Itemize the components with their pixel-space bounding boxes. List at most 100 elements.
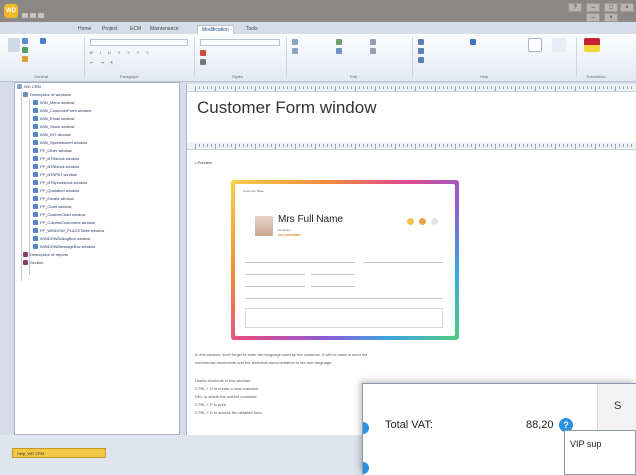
options-button[interactable] [40, 38, 48, 45]
tree-item[interactable]: PF_CustomChart window [33, 212, 85, 220]
tree-item[interactable]: PF_BTNPAT window [33, 172, 77, 180]
tree-item[interactable]: WIN_Menu window [33, 100, 74, 108]
tree-item[interactable]: PF_Emails window [33, 196, 74, 204]
ruler-tick [567, 144, 568, 147]
ruler-middle [187, 142, 636, 150]
ruler-tick [551, 86, 552, 89]
ruler-tick [591, 86, 592, 89]
tree-item[interactable]: WIN_Stock window [33, 124, 74, 132]
tab-maintenance[interactable]: Maintenance [146, 25, 183, 34]
preview-heading: • Preview [195, 160, 212, 165]
insert-image-button[interactable] [336, 39, 344, 46]
ruler-tick [363, 144, 364, 147]
help-button[interactable]: ? [568, 3, 582, 12]
ruler-tick [571, 86, 572, 89]
ruler-tick [339, 86, 340, 89]
tree-item[interactable]: WINDOWMessageBox window [33, 244, 95, 252]
undo-icon[interactable] [30, 13, 36, 18]
ruler-tick [495, 144, 496, 149]
ruler-tick [607, 144, 608, 147]
hierarchy-button[interactable] [418, 48, 426, 55]
document-tab[interactable]: Help_WD CRM [12, 448, 106, 458]
tree-item[interactable]: PF_Quotation window [33, 188, 79, 196]
tree-item[interactable]: WIN_CustomerForm window [33, 108, 91, 116]
tree-item[interactable]: WIN_Email window [33, 116, 74, 124]
ruler-tick [491, 144, 492, 147]
minimize-button[interactable]: – [586, 3, 600, 12]
ruler-tick [399, 144, 400, 147]
index-icon[interactable] [552, 38, 566, 52]
ruler-tick [211, 144, 212, 147]
table-of-contents-icon[interactable] [528, 38, 542, 52]
app-window: WD ? – □ × – × Home Project ECM Maintena… [0, 0, 636, 475]
copy-button[interactable] [22, 47, 30, 54]
tree-item[interactable]: Description of reports [23, 252, 68, 260]
redo-icon[interactable] [38, 13, 44, 18]
tree-item[interactable]: WIN_Spreadsheet window [33, 140, 87, 148]
tree-item[interactable]: PF_Other window [33, 148, 72, 156]
ribbon-minimize-button[interactable]: – [586, 13, 600, 22]
style-select[interactable] [200, 39, 280, 46]
tree-item[interactable]: PF_WINDOW_PLACETable window [33, 228, 104, 236]
tree-item[interactable]: PF_ColumnCustomers window [33, 220, 95, 228]
insert-anchor-button[interactable] [292, 48, 300, 55]
tab-ecm[interactable]: ECM [126, 25, 145, 34]
ruler-tick [607, 86, 608, 89]
language-flag-icon[interactable] [584, 38, 600, 52]
insert-field-button[interactable] [370, 48, 378, 55]
ribbon-close-button[interactable]: × [604, 13, 618, 22]
insert-link-button[interactable] [336, 48, 344, 55]
description-button[interactable] [418, 39, 426, 46]
ruler-tick [331, 86, 332, 89]
close-button[interactable]: × [620, 3, 634, 12]
insert-table-button[interactable] [292, 39, 300, 46]
ruler-tick [439, 144, 440, 147]
tab-modification[interactable]: Modification [197, 25, 234, 34]
save-icon[interactable] [22, 13, 28, 18]
tree-item[interactable]: PF_BTNprodstock window [33, 180, 87, 188]
font-name-select[interactable] [90, 39, 188, 46]
ruler-tick [399, 86, 400, 89]
edit-styles-button[interactable] [200, 50, 208, 57]
text-format-buttons[interactable]: B I U ≡ ≡ ≡ ≡ [90, 50, 152, 57]
ruler-tick [527, 86, 528, 89]
tree-item[interactable]: WINDOWDialogBox window [33, 236, 90, 244]
remove-styles-button[interactable] [200, 59, 208, 66]
ruler-tick [231, 86, 232, 89]
ruler-tick [463, 144, 464, 147]
complete-pages-button[interactable] [418, 57, 426, 64]
tree-item-root[interactable]: WD CRM [17, 84, 41, 92]
ruler-tick [507, 86, 508, 89]
tree-item[interactable]: Description of windows [23, 92, 71, 100]
ruler-tick [307, 144, 308, 147]
tab-home[interactable]: Home [74, 25, 95, 34]
ruler-tick [351, 86, 352, 89]
tree-item[interactable]: PF_Chart window [33, 204, 72, 212]
cut-button[interactable] [22, 38, 30, 45]
ruler-tick [195, 86, 196, 91]
paragraph-buttons[interactable]: ⇤ ⇥ ¶ [90, 60, 116, 67]
tab-tools[interactable]: Tools [242, 25, 262, 34]
maximize-button[interactable]: □ [604, 3, 618, 12]
app-logo-icon[interactable]: WD [4, 4, 18, 18]
help-windows-button[interactable] [470, 39, 478, 46]
tree-item[interactable]: WIN_INT window [33, 132, 71, 140]
insert-object-button[interactable] [370, 39, 378, 46]
ruler-tick [631, 144, 632, 147]
ruler-tick [423, 86, 424, 89]
tree-item[interactable]: PF_BTNstock window [33, 156, 79, 164]
ruler-tick [371, 144, 372, 147]
tree-item[interactable]: PF_BTNblock window [33, 164, 79, 172]
ruler-tick [563, 86, 564, 89]
paste-icon[interactable] [8, 38, 20, 52]
ruler-tick [295, 144, 296, 149]
group-label-help: Help [480, 74, 489, 79]
tab-project[interactable]: Project [98, 25, 122, 34]
side-panel-header: S [614, 400, 622, 412]
title-bar: WD ? – □ × – × [0, 0, 636, 22]
ruler-tick [287, 86, 288, 89]
tree-item[interactable]: Section [23, 260, 43, 268]
paragraph: Useful shortcuts in this window: [195, 378, 251, 383]
ruler-tick [355, 144, 356, 149]
format-painter-button[interactable] [22, 56, 30, 63]
